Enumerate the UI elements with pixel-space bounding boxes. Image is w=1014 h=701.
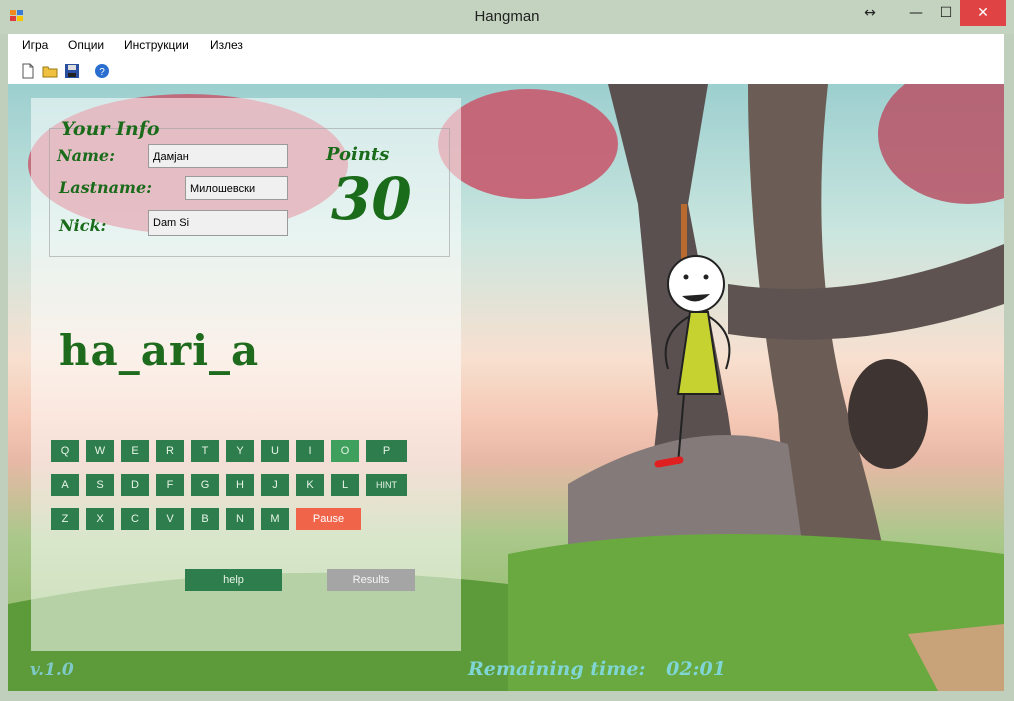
key-y[interactable]: Y bbox=[226, 440, 254, 462]
key-j[interactable]: J bbox=[261, 474, 289, 496]
key-x[interactable]: X bbox=[86, 508, 114, 530]
nick-field[interactable]: Dam Si bbox=[148, 210, 288, 236]
key-a[interactable]: A bbox=[51, 474, 79, 496]
title-bar: Hangman ↔ — ☐ ✕ bbox=[0, 0, 1014, 34]
help-button[interactable]: help bbox=[185, 569, 282, 591]
key-t[interactable]: T bbox=[191, 440, 219, 462]
key-m[interactable]: M bbox=[261, 508, 289, 530]
info-panel: Your Info Name: Lastname: Nick: Дамјан М… bbox=[31, 98, 461, 651]
key-hint[interactable]: HINT bbox=[366, 474, 407, 496]
app-window: Hangman ↔ — ☐ ✕ Игра Опции Инструкции Из… bbox=[0, 0, 1014, 701]
key-f[interactable]: F bbox=[156, 474, 184, 496]
points-label: Points bbox=[326, 144, 390, 165]
resize-icon[interactable]: ↔ bbox=[850, 0, 890, 26]
key-e[interactable]: E bbox=[121, 440, 149, 462]
lastname-label: Lastname: bbox=[59, 178, 153, 197]
menu-options[interactable]: Опции bbox=[68, 38, 104, 52]
key-s[interactable]: S bbox=[86, 474, 114, 496]
key-o[interactable]: O bbox=[331, 440, 359, 462]
new-file-icon[interactable] bbox=[20, 63, 36, 79]
remaining-time-label: Remaining time: bbox=[468, 658, 646, 680]
open-folder-icon[interactable] bbox=[42, 63, 58, 79]
remaining-time: Remaining time: 02:01 bbox=[468, 658, 726, 680]
save-icon[interactable] bbox=[64, 63, 80, 79]
toolbar: ? bbox=[8, 58, 1004, 85]
menu-bar: Игра Опции Инструкции Излез bbox=[8, 34, 1004, 58]
points-value: 30 bbox=[331, 165, 412, 233]
key-b[interactable]: B bbox=[191, 508, 219, 530]
lastname-field[interactable]: Милошевски bbox=[185, 176, 288, 200]
key-h[interactable]: H bbox=[226, 474, 254, 496]
key-v[interactable]: V bbox=[156, 508, 184, 530]
key-z[interactable]: Z bbox=[51, 508, 79, 530]
key-g[interactable]: G bbox=[191, 474, 219, 496]
nick-label: Nick: bbox=[59, 216, 107, 235]
key-d[interactable]: D bbox=[121, 474, 149, 496]
version-label: v.1.0 bbox=[30, 660, 74, 680]
menu-instructions[interactable]: Инструкции bbox=[124, 38, 189, 52]
menu-exit[interactable]: Излез bbox=[210, 38, 243, 52]
help-icon[interactable]: ? bbox=[94, 63, 110, 79]
key-p[interactable]: P bbox=[366, 440, 407, 462]
key-l[interactable]: L bbox=[331, 474, 359, 496]
key-c[interactable]: C bbox=[121, 508, 149, 530]
key-k[interactable]: K bbox=[296, 474, 324, 496]
results-button[interactable]: Results bbox=[327, 569, 415, 591]
key-w[interactable]: W bbox=[86, 440, 114, 462]
remaining-time-value: 02:01 bbox=[666, 658, 726, 680]
svg-text:?: ? bbox=[99, 67, 105, 78]
name-field[interactable]: Дамјан bbox=[148, 144, 288, 168]
key-r[interactable]: R bbox=[156, 440, 184, 462]
game-scene: Your Info Name: Lastname: Nick: Дамјан М… bbox=[8, 84, 1004, 691]
menu-game[interactable]: Игра bbox=[22, 38, 48, 52]
pause-button[interactable]: Pause bbox=[296, 508, 361, 530]
your-info-title: Your Info bbox=[61, 118, 160, 140]
key-i[interactable]: I bbox=[296, 440, 324, 462]
close-button[interactable]: ✕ bbox=[960, 0, 1006, 26]
key-u[interactable]: U bbox=[261, 440, 289, 462]
name-label: Name: bbox=[57, 146, 116, 165]
key-n[interactable]: N bbox=[226, 508, 254, 530]
guessed-word: ha_ari_a bbox=[59, 326, 260, 375]
key-q[interactable]: Q bbox=[51, 440, 79, 462]
